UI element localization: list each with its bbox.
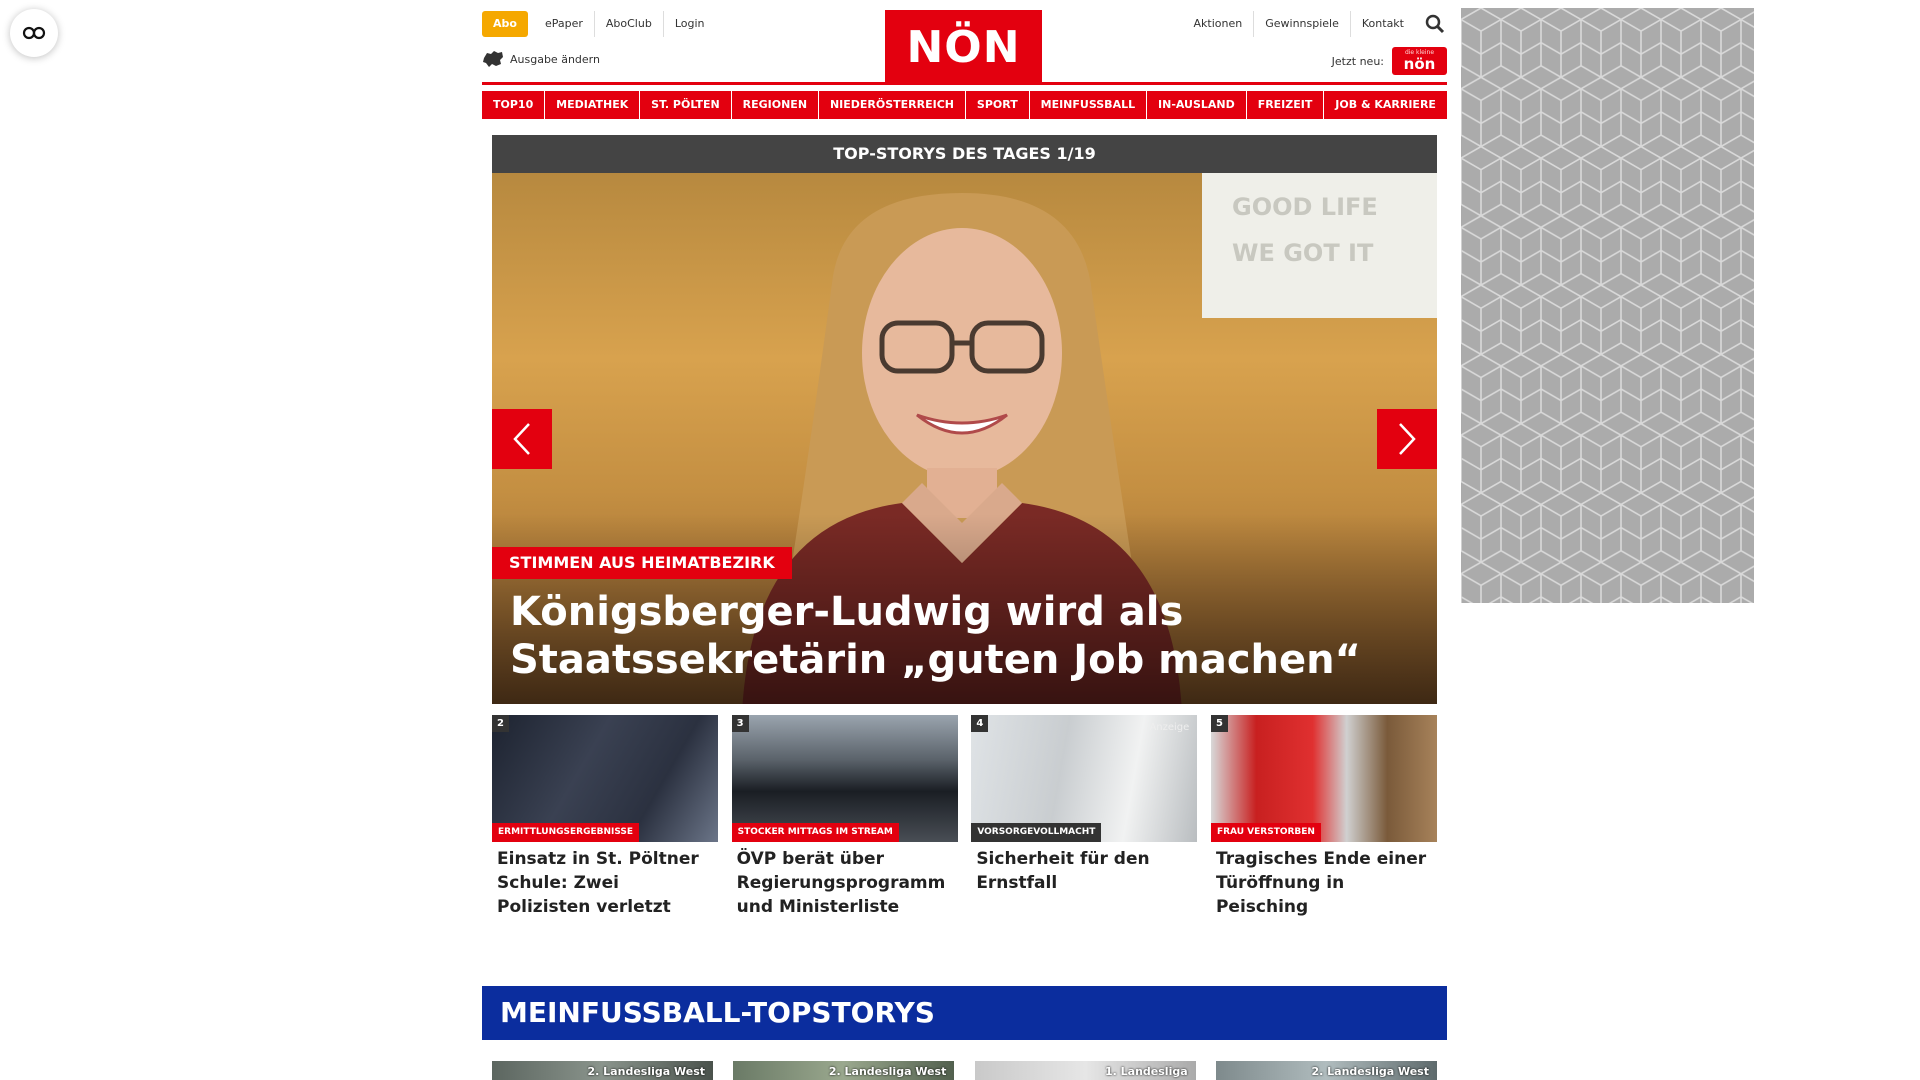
edition-label: Ausgabe ändern xyxy=(510,52,600,66)
kleine-noen-wordmark: nön xyxy=(1403,55,1436,73)
meinfussball-story-thumbnail[interactable]: 2. Landesliga West xyxy=(733,1061,955,1080)
meinfussball-story-thumbnail[interactable]: 2. Landesliga West xyxy=(492,1061,713,1080)
lower-austria-map-icon xyxy=(483,51,503,67)
carousel-next-button[interactable] xyxy=(1377,409,1437,469)
kontakt-link[interactable]: Kontakt xyxy=(1349,11,1415,37)
story-number: 4 xyxy=(971,715,989,732)
story-thumbnail[interactable]: 2 ERMITTLUNGSERGEBNISSE xyxy=(492,715,718,842)
aboclub-link[interactable]: AboClub xyxy=(593,11,663,37)
ad-pattern-image xyxy=(1461,8,1754,603)
main-navigation: TOP10 MEDIATHEK ST. PÖLTEN REGIONEN NIED… xyxy=(482,91,1447,119)
hero-headline[interactable]: Königsberger-Ludwig wird als Staatssekre… xyxy=(510,588,1410,684)
chevron-right-icon xyxy=(1399,423,1416,455)
utility-nav-left: Abo ePaper AboClub Login xyxy=(482,11,716,37)
story-badge: ERMITTLUNGSERGEBNISSE xyxy=(492,823,640,842)
league-tag: 2. Landesliga West xyxy=(1311,1065,1429,1078)
story-badge: STOCKER MITTAGS IM STREAM xyxy=(731,823,899,842)
top-stories-header: TOP-STORYS DES TAGES 1/19 xyxy=(492,135,1437,173)
aktionen-link[interactable]: Aktionen xyxy=(1183,11,1254,37)
noen-logo[interactable]: NÖN xyxy=(885,10,1042,84)
meinfussball-story-thumbnail[interactable]: 2. Landesliga West xyxy=(1215,1061,1437,1080)
header-divider xyxy=(482,82,1447,85)
story-card[interactable]: 3 STOCKER MITTAGS IM STREAM ÖVP berät üb… xyxy=(731,715,958,919)
meinfussball-section-header[interactable]: MEINFUSSBALL-TOPSTORYS xyxy=(482,986,1447,1040)
carousel-prev-button[interactable] xyxy=(492,409,552,469)
kleine-noen-subtitle: die kleine xyxy=(1404,49,1435,56)
story-title[interactable]: ÖVP berät über Regierungsprogramm und Mi… xyxy=(732,842,958,919)
app-promo: Jetzt neu: die kleine nön xyxy=(1332,47,1447,75)
story-thumbnail[interactable]: 5 FRAU VERSTORBEN xyxy=(1210,715,1437,842)
secondary-stories: 2 ERMITTLUNGSERGEBNISSE Einsatz in St. P… xyxy=(492,715,1437,919)
story-title[interactable]: Sicherheit für den Ernstfall xyxy=(971,842,1197,895)
login-link[interactable]: Login xyxy=(662,11,716,37)
story-title[interactable]: Einsatz in St. Pöltner Schule: Zwei Poli… xyxy=(492,842,718,919)
league-tag: 2. Landesliga West xyxy=(828,1065,947,1078)
gewinnspiele-link[interactable]: Gewinnspiele xyxy=(1253,11,1350,37)
league-tag: 1. Landesliga xyxy=(1105,1065,1188,1078)
story-number: 5 xyxy=(1210,715,1228,732)
reader-view-button[interactable] xyxy=(10,9,58,57)
app-promo-label: Jetzt neu: xyxy=(1331,54,1384,68)
nav-top10[interactable]: TOP10 xyxy=(482,91,545,119)
league-tag: 2. Landesliga West xyxy=(587,1065,705,1078)
meinfussball-stories: 2. Landesliga West 2. Landesliga West 1.… xyxy=(492,1061,1437,1080)
utility-nav-right: Aktionen Gewinnspiele Kontakt xyxy=(1183,11,1447,37)
sign-line-1: GOOD LIFE xyxy=(1232,193,1378,221)
ad-label: Anzeige xyxy=(1149,722,1190,733)
nav-st-poelten[interactable]: ST. PÖLTEN xyxy=(640,91,731,119)
ad-banner[interactable] xyxy=(1461,8,1754,603)
search-icon[interactable] xyxy=(1425,11,1447,37)
story-thumbnail[interactable]: 4 Anzeige VORSORGEVOLLMACHT xyxy=(971,715,1198,842)
nav-niederoesterreich[interactable]: NIEDERÖSTERREICH xyxy=(818,91,965,119)
story-card[interactable]: 2 ERMITTLUNGSERGEBNISSE Einsatz in St. P… xyxy=(492,715,718,919)
nav-freizeit[interactable]: FREIZEIT xyxy=(1246,91,1324,119)
nav-job-karriere[interactable]: JOB & KARRIERE xyxy=(1324,91,1447,119)
story-thumbnail[interactable]: 3 STOCKER MITTAGS IM STREAM xyxy=(731,715,958,842)
hero-background-sign: GOOD LIFE WE GOT IT xyxy=(1202,173,1437,318)
glasses-icon xyxy=(22,26,46,40)
kleine-noen-logo[interactable]: die kleine nön xyxy=(1392,47,1447,75)
story-badge: VORSORGEVOLLMACHT xyxy=(971,823,1102,842)
story-number: 3 xyxy=(731,715,749,732)
abo-button[interactable]: Abo xyxy=(482,11,528,37)
meinfussball-story-thumbnail[interactable]: 1. Landesliga xyxy=(974,1061,1196,1080)
hero-kicker[interactable]: STIMMEN AUS HEIMATBEZIRK xyxy=(492,547,792,579)
nav-regionen[interactable]: REGIONEN xyxy=(731,91,819,119)
story-badge: FRAU VERSTORBEN xyxy=(1210,823,1321,842)
epaper-link[interactable]: ePaper xyxy=(534,11,594,37)
nav-meinfussball[interactable]: MEINFUSSBALL xyxy=(1029,91,1147,119)
sign-line-2: WE GOT IT xyxy=(1232,239,1374,267)
story-number: 2 xyxy=(492,715,509,732)
story-title[interactable]: Tragisches Ende einer Türöffnung in Peis… xyxy=(1211,842,1437,919)
edition-selector[interactable]: Ausgabe ändern xyxy=(482,50,600,68)
story-card[interactable]: 4 Anzeige VORSORGEVOLLMACHT Sicherheit f… xyxy=(971,715,1198,919)
chevron-left-icon xyxy=(513,423,530,455)
nav-in-ausland[interactable]: IN-AUSLAND xyxy=(1147,91,1246,119)
story-card[interactable]: 5 FRAU VERSTORBEN Tragisches Ende einer … xyxy=(1210,715,1437,919)
nav-sport[interactable]: SPORT xyxy=(965,91,1029,119)
nav-mediathek[interactable]: MEDIATHEK xyxy=(545,91,640,119)
hero-story[interactable]: GOOD LIFE WE GOT IT STIMMEN AUS HEIMATBE… xyxy=(492,173,1437,704)
